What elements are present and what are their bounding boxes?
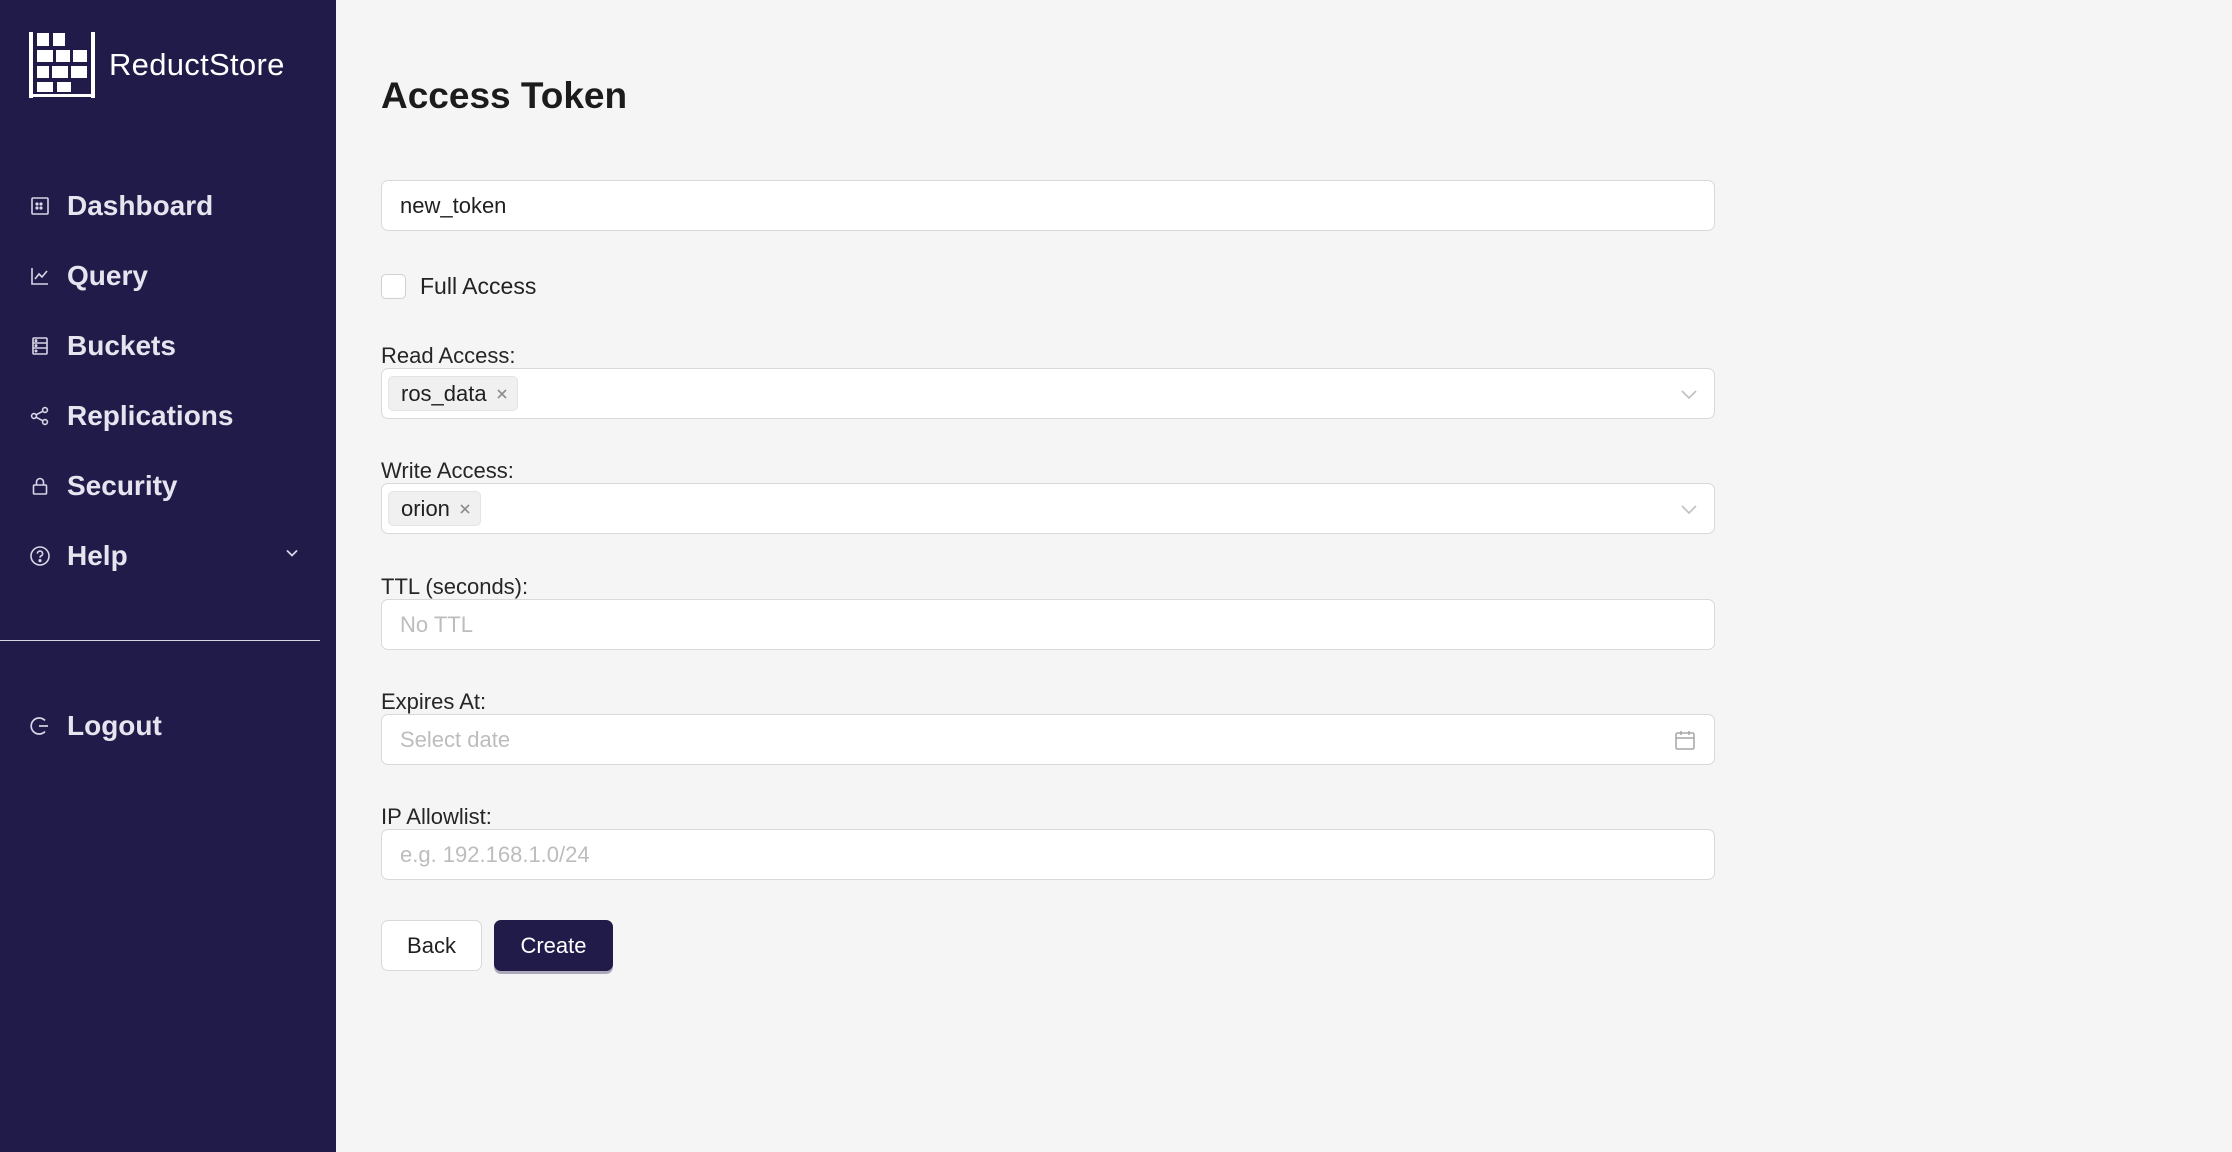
- expires-at-placeholder: Select date: [400, 727, 511, 752]
- sidebar-item-help[interactable]: Help: [0, 521, 336, 591]
- token-name-input[interactable]: new_token: [381, 180, 1715, 231]
- tag-label: orion: [401, 495, 450, 521]
- chevron-down-icon[interactable]: [1680, 386, 1698, 407]
- share-icon: [29, 405, 51, 427]
- line-chart-icon: [29, 265, 51, 287]
- expires-at-label: Expires At:: [381, 689, 487, 714]
- create-button[interactable]: Create: [494, 920, 613, 971]
- token-name-value: new_token: [400, 193, 507, 218]
- brand-logo[interactable]: ReductStore: [27, 30, 285, 100]
- sidebar-item-label: Help: [67, 540, 128, 571]
- sidebar: ReductStore Dashboard Query Buckets Repl…: [0, 0, 336, 1152]
- ttl-input[interactable]: No TTL: [381, 599, 1715, 650]
- ttl-placeholder: No TTL: [400, 612, 473, 637]
- logout-label: Logout: [67, 710, 162, 741]
- sidebar-item-replications[interactable]: Replications: [0, 381, 336, 451]
- sidebar-nav: Dashboard Query Buckets Replications Sec…: [0, 171, 336, 591]
- ttl-label: TTL (seconds):: [381, 574, 529, 599]
- sidebar-item-label: Query: [67, 260, 148, 291]
- chevron-down-icon[interactable]: [284, 545, 300, 566]
- lock-icon: [29, 475, 51, 497]
- read-access-select[interactable]: ros_data: [381, 368, 1715, 419]
- logout-icon: [29, 715, 51, 737]
- read-access-label: Read Access:: [381, 343, 516, 368]
- sidebar-item-label: Security: [67, 470, 178, 501]
- sidebar-item-logout[interactable]: Logout: [0, 691, 336, 761]
- expires-at-datepicker[interactable]: Select date: [381, 714, 1715, 765]
- chevron-down-icon[interactable]: [1680, 501, 1698, 522]
- sidebar-item-buckets[interactable]: Buckets: [0, 311, 336, 381]
- sidebar-item-dashboard[interactable]: Dashboard: [0, 171, 336, 241]
- full-access-label: Full Access: [420, 273, 537, 299]
- logout-section: Logout: [0, 691, 336, 761]
- write-access-select[interactable]: orion: [381, 483, 1715, 534]
- question-circle-icon: [29, 545, 51, 567]
- close-icon[interactable]: [458, 502, 472, 516]
- ip-allowlist-input[interactable]: e.g. 192.168.1.0/24: [381, 829, 1715, 880]
- brand-name: ReductStore: [109, 47, 285, 82]
- database-icon: [29, 335, 51, 357]
- ip-allowlist-placeholder: e.g. 192.168.1.0/24: [400, 842, 590, 867]
- reductstore-logo-icon: [29, 32, 95, 98]
- full-access-checkbox[interactable]: [381, 274, 406, 299]
- dashboard-icon: [29, 195, 51, 217]
- tag-label: ros_data: [401, 380, 487, 406]
- sidebar-item-label: Buckets: [67, 330, 176, 361]
- sidebar-item-query[interactable]: Query: [0, 241, 336, 311]
- close-icon[interactable]: [495, 387, 509, 401]
- sidebar-item-label: Replications: [67, 400, 234, 431]
- ip-allowlist-label: IP Allowlist:: [381, 804, 492, 829]
- write-access-label: Write Access:: [381, 458, 514, 483]
- full-access-option[interactable]: Full Access: [381, 273, 536, 300]
- sidebar-divider: [0, 640, 320, 641]
- page-title: Access Token: [381, 75, 628, 116]
- sidebar-item-security[interactable]: Security: [0, 451, 336, 521]
- back-button[interactable]: Back: [381, 920, 482, 971]
- sidebar-item-label: Dashboard: [67, 190, 214, 221]
- calendar-icon[interactable]: [1674, 729, 1696, 756]
- write-access-tag: orion: [388, 491, 481, 526]
- read-access-tag: ros_data: [388, 376, 518, 411]
